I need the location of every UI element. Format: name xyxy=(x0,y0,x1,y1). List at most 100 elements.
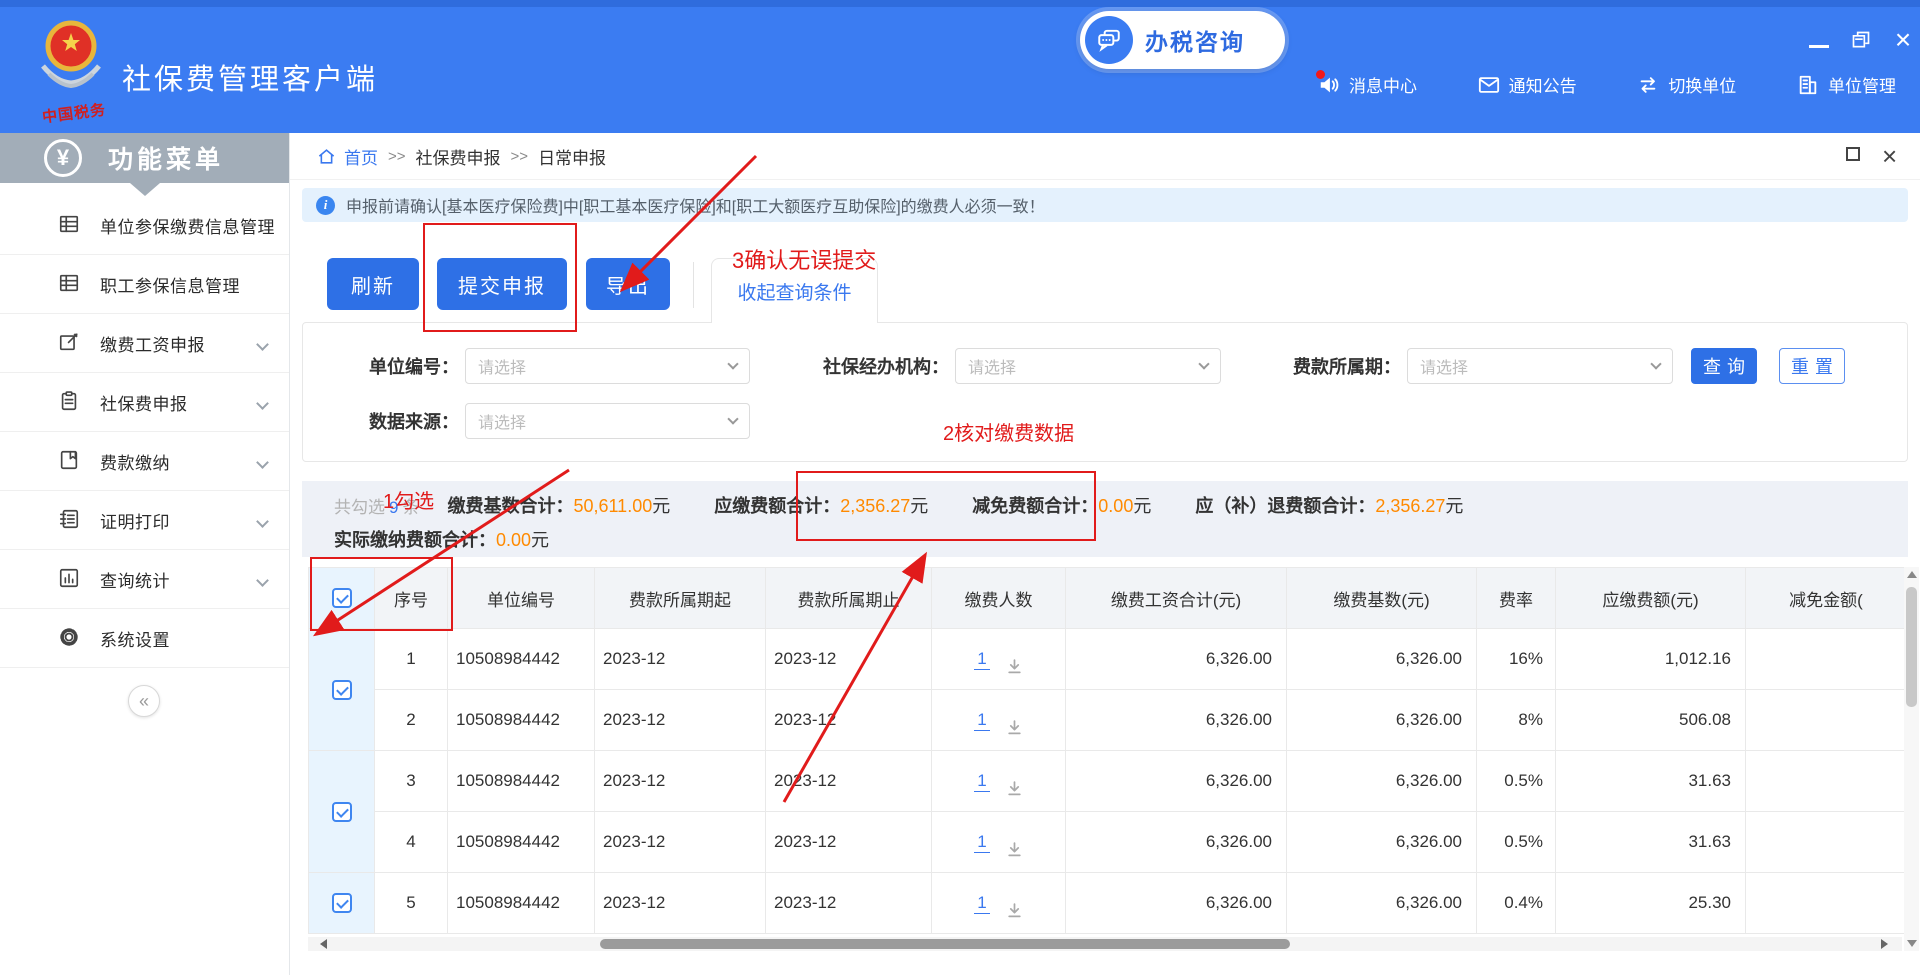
seq-cell: 4 xyxy=(375,812,448,873)
breadcrumb: 首页 >> 社保费申报 >> 日常申报 × xyxy=(290,133,1920,180)
unit-no-field: 单位编号：请选择 xyxy=(311,348,750,384)
row-checkbox[interactable] xyxy=(332,893,352,913)
payer-count-link[interactable]: 1 xyxy=(974,771,989,792)
horizontal-scrollbar[interactable] xyxy=(308,937,1902,951)
scroll-down-arrow[interactable] xyxy=(1907,940,1917,947)
payer-count-link[interactable]: 1 xyxy=(974,832,989,853)
reduction-cell xyxy=(1746,690,1907,751)
rate-cell: 0.4% xyxy=(1477,873,1556,934)
period-start-cell: 2023-12 xyxy=(595,812,766,873)
sidebar-item[interactable]: 查询统计 xyxy=(0,550,289,609)
unit-no-cell: 10508984442 xyxy=(448,629,595,690)
agency-select[interactable]: 请选择 xyxy=(955,348,1221,384)
main-content: 首页 >> 社保费申报 >> 日常申报 × i 申报前请确认[基本医疗保险费]中… xyxy=(290,133,1920,975)
download-icon[interactable] xyxy=(1006,780,1023,797)
unit-no-cell: 10508984442 xyxy=(448,751,595,812)
fee-period-select[interactable]: 请选择 xyxy=(1407,348,1673,384)
pane-maximize-icon[interactable] xyxy=(1846,147,1860,161)
column-header: 费款所属期止 xyxy=(766,568,932,629)
breadcrumb-home[interactable]: 首页 xyxy=(344,144,378,169)
yuan-circle-icon: ¥ xyxy=(44,139,82,177)
period-end-cell: 2023-12 xyxy=(766,873,932,934)
sidebar-menu: 单位参保缴费信息管理职工参保信息管理缴费工资申报社保费申报费款缴纳证明打印查询统… xyxy=(0,196,289,668)
select-all-checkbox[interactable] xyxy=(332,588,352,608)
sidebar-item-label: 查询统计 xyxy=(100,567,170,592)
period-end-cell: 2023-12 xyxy=(766,690,932,751)
window-controls: × xyxy=(1806,24,1916,56)
breadcrumb-item: 社保费申报 xyxy=(416,144,501,169)
payer-count-link[interactable]: 1 xyxy=(974,649,989,670)
annotation-step1-text: 1勾选 xyxy=(383,485,434,514)
select-placeholder: 请选择 xyxy=(968,354,1016,378)
vertical-scrollbar[interactable] xyxy=(1904,567,1919,951)
sidebar-item[interactable]: 缴费工资申报 xyxy=(0,314,289,373)
column-header: 减免金额( xyxy=(1746,568,1907,629)
download-icon[interactable] xyxy=(1006,719,1023,736)
row-checkbox-cell xyxy=(309,751,375,873)
envelope-icon xyxy=(1478,74,1500,96)
header-top-strip xyxy=(0,0,1920,7)
sidebar-item[interactable]: 证明打印 xyxy=(0,491,289,550)
reduction-cell xyxy=(1746,751,1907,812)
data-source-select[interactable]: 请选择 xyxy=(465,403,750,439)
sidebar-item-label: 证明打印 xyxy=(100,508,170,533)
menu-notch xyxy=(130,183,160,196)
search-button[interactable]: 查询 xyxy=(1691,348,1757,384)
payers-cell: 1 xyxy=(932,629,1066,690)
breadcrumb-separator: >> xyxy=(388,148,406,165)
scroll-right-arrow[interactable] xyxy=(1881,939,1888,949)
scroll-left-arrow[interactable] xyxy=(320,939,327,949)
row-checkbox-cell xyxy=(309,629,375,751)
salary-total-cell: 6,326.00 xyxy=(1066,751,1287,812)
chevron-down-icon xyxy=(256,397,269,410)
export-button[interactable]: 导出 xyxy=(586,258,670,310)
close-button[interactable]: × xyxy=(1890,27,1916,53)
refresh-button[interactable]: 刷新 xyxy=(327,258,419,310)
download-icon[interactable] xyxy=(1006,658,1023,675)
vertical-scroll-thumb[interactable] xyxy=(1906,587,1917,707)
top-nav-item[interactable]: 切换单位 xyxy=(1637,72,1736,97)
column-header: 缴费工资合计(元) xyxy=(1066,568,1287,629)
sidebar-item[interactable]: 社保费申报 xyxy=(0,373,289,432)
pane-close-icon[interactable]: × xyxy=(1882,147,1897,165)
toolbar-divider xyxy=(693,262,694,308)
unit-no-select[interactable]: 请选择 xyxy=(465,348,750,384)
seq-cell: 2 xyxy=(375,690,448,751)
download-icon[interactable] xyxy=(1006,902,1023,919)
chevron-down-icon xyxy=(256,456,269,469)
row-checkbox[interactable] xyxy=(332,680,352,700)
sidebar-collapse-button[interactable]: « xyxy=(128,685,160,717)
scroll-up-arrow[interactable] xyxy=(1907,571,1917,578)
sidebar-item[interactable]: 系统设置 xyxy=(0,609,289,668)
row-checkbox[interactable] xyxy=(332,802,352,822)
sidebar-item[interactable]: 单位参保缴费信息管理 xyxy=(0,196,289,255)
top-nav-item[interactable]: 单位管理 xyxy=(1797,72,1896,97)
top-nav-label: 通知公告 xyxy=(1509,72,1577,97)
table-row: 2105089844422023-122023-1216,326.006,326… xyxy=(309,690,1907,751)
top-nav-item[interactable]: 消息中心 xyxy=(1318,72,1417,97)
annotation-step2-text: 2核对缴费数据 xyxy=(943,417,1074,446)
column-header: 缴费基数(元) xyxy=(1287,568,1477,629)
unit-no-label: 单位编号： xyxy=(311,353,459,379)
sidebar-item[interactable]: 职工参保信息管理 xyxy=(0,255,289,314)
download-icon[interactable] xyxy=(1006,841,1023,858)
horizontal-scroll-thumb[interactable] xyxy=(600,939,1290,949)
top-nav-item[interactable]: 通知公告 xyxy=(1478,72,1577,97)
payer-count-link[interactable]: 1 xyxy=(974,710,989,731)
period-end-cell: 2023-12 xyxy=(766,812,932,873)
tax-consult-button[interactable]: 办税咨询 xyxy=(1080,11,1285,69)
reset-button[interactable]: 重置 xyxy=(1779,348,1845,384)
seq-cell: 5 xyxy=(375,873,448,934)
sidebar-item-label: 社保费申报 xyxy=(100,390,188,415)
minimize-button[interactable] xyxy=(1806,27,1832,53)
clipboard-icon xyxy=(58,390,82,414)
sidebar-item[interactable]: 费款缴纳 xyxy=(0,432,289,491)
rate-cell: 0.5% xyxy=(1477,812,1556,873)
top-nav-label: 消息中心 xyxy=(1349,72,1417,97)
restore-button[interactable] xyxy=(1848,27,1874,53)
payer-count-link[interactable]: 1 xyxy=(974,893,989,914)
submit-declaration-button[interactable]: 提交申报 xyxy=(437,258,567,310)
payable-cell: 31.63 xyxy=(1556,812,1746,873)
chart-icon xyxy=(58,567,82,591)
fee-period-label: 费款所属期： xyxy=(1251,353,1401,379)
